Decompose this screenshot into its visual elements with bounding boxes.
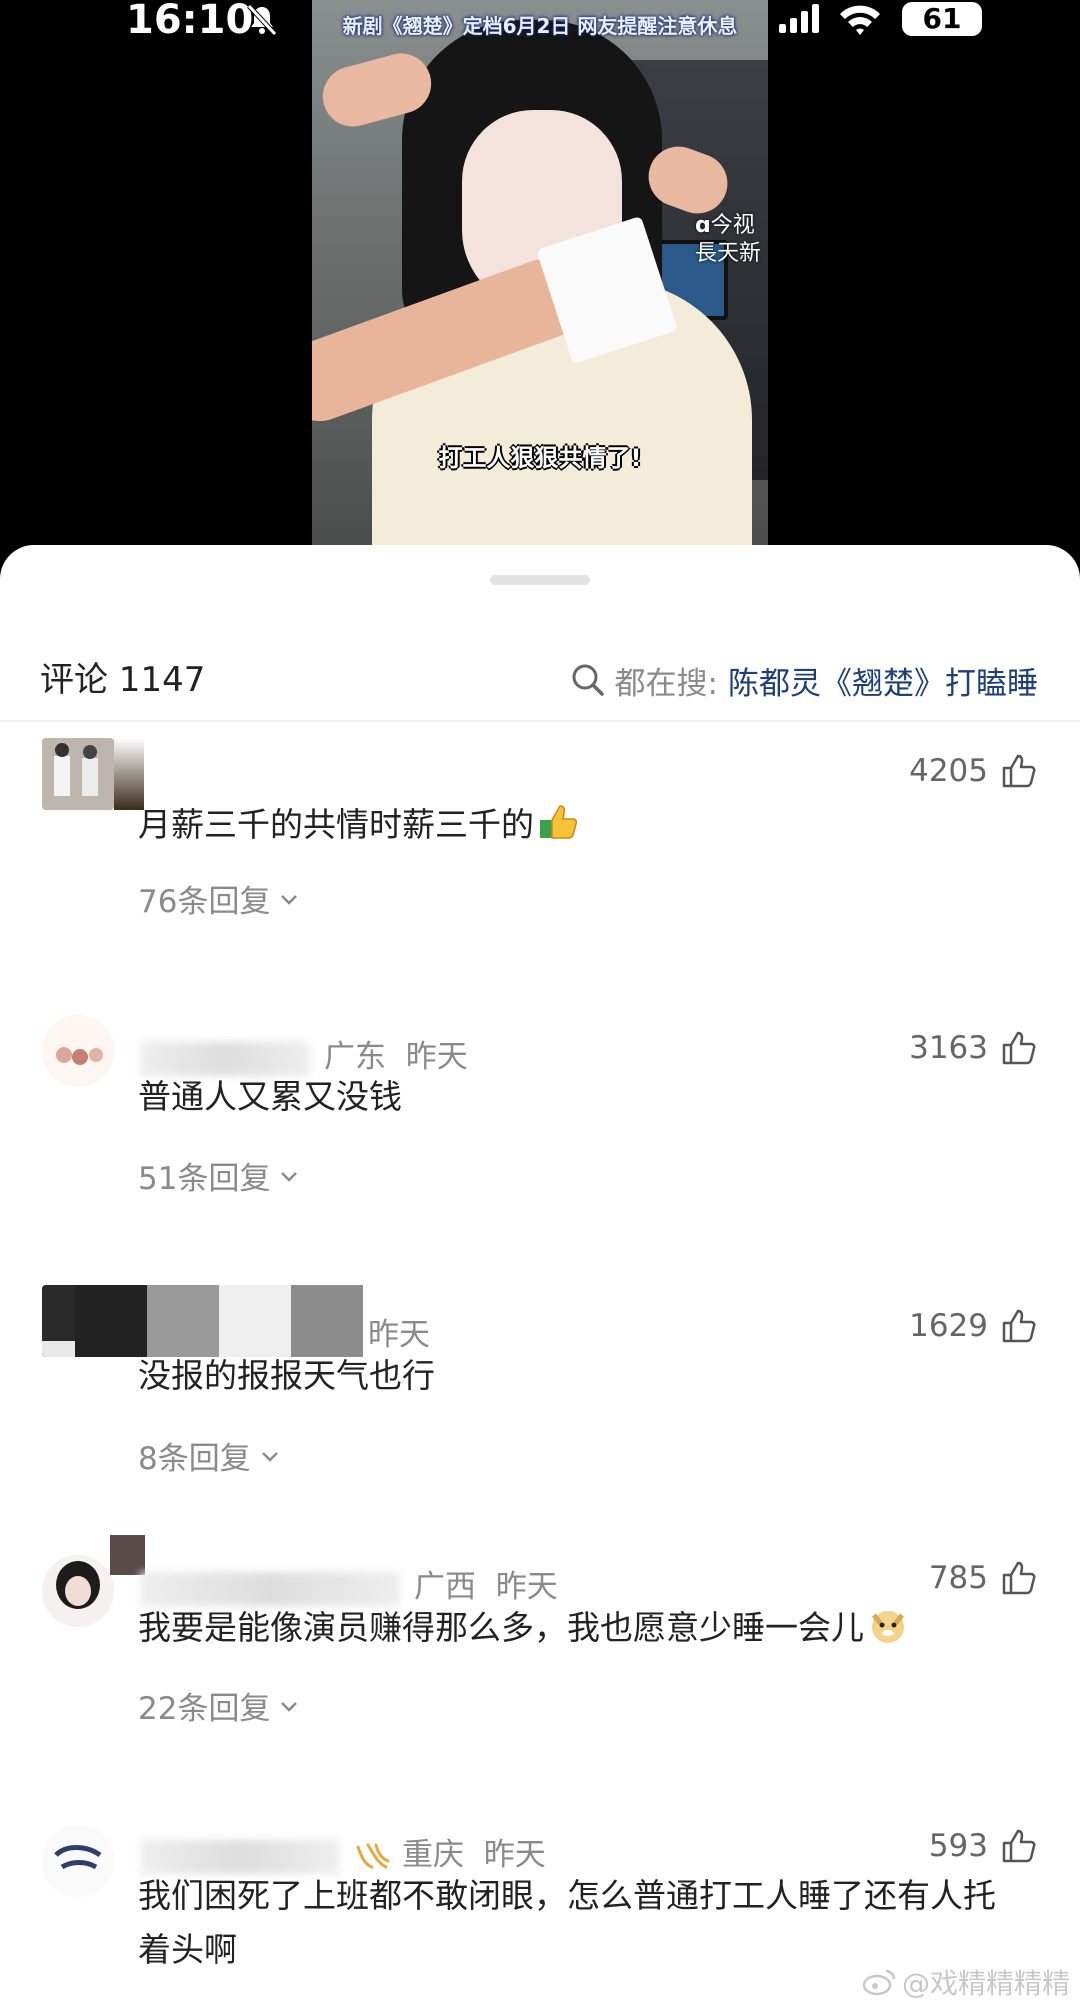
badge-icon bbox=[356, 1843, 390, 1868]
comment-text: 普通人又累又没钱 bbox=[138, 1077, 402, 1116]
avatar-image bbox=[42, 1555, 114, 1627]
comment-text-body: 月薪三千的共情时薪三千的 bbox=[138, 805, 534, 844]
comment-text: 我要是能像演员赚得那么多，我也愿意少睡一会儿 bbox=[138, 1601, 1020, 1655]
avatar[interactable] bbox=[42, 1555, 114, 1627]
comment-time: 昨天 bbox=[483, 1837, 546, 1873]
header-divider bbox=[0, 720, 1080, 722]
view-replies-link[interactable]: 76条回复 bbox=[138, 876, 300, 921]
comment-text: 月薪三千的共情时薪三千的 bbox=[138, 798, 1020, 852]
reply-count: 8条回复 bbox=[138, 1441, 251, 1477]
watermark-logo-text: 今视 bbox=[710, 213, 755, 238]
site-watermark: @戏精精精精 bbox=[862, 1962, 1070, 2002]
comment-text: 我们困死了上班都不敢闭眼，怎么普通打工人睡了还有人托着头啊 bbox=[138, 1876, 996, 1969]
comment-location: 广西 bbox=[414, 1569, 476, 1605]
chevron-down-icon bbox=[281, 1701, 298, 1712]
like-count: 4205 bbox=[909, 753, 988, 789]
comment-meta: 广西 昨天 bbox=[140, 1561, 558, 1606]
comment-time: 昨天 bbox=[368, 1317, 430, 1353]
mosaic-block bbox=[291, 1285, 363, 1357]
thumbs-up-icon bbox=[1002, 1561, 1036, 1595]
like-count: 785 bbox=[928, 1560, 988, 1596]
avatar-image bbox=[42, 738, 114, 810]
comment-count: 评论 1147 bbox=[40, 660, 206, 700]
video-caption: 打工人狠狠共情了! bbox=[438, 444, 642, 472]
status-time: 16:10 bbox=[126, 0, 254, 43]
like-count: 3163 bbox=[909, 1030, 988, 1066]
like-count: 593 bbox=[928, 1828, 988, 1864]
mosaic-block bbox=[75, 1285, 147, 1357]
mosaic-block bbox=[147, 1285, 219, 1357]
view-replies-link[interactable]: 51条回复 bbox=[138, 1153, 300, 1198]
thumbs-up-icon bbox=[1002, 754, 1036, 788]
view-replies-link[interactable]: 8条回复 bbox=[138, 1433, 281, 1478]
comment-sheet: 评论 1147 都在搜: 陈都灵《翘楚》打瞌睡 4205 月薪三千的共情时薪三千… bbox=[0, 545, 1080, 2010]
hot-search-term[interactable]: 陈都灵《翘楚》打瞌睡 bbox=[728, 658, 1038, 703]
like-button[interactable]: 1629 bbox=[909, 1307, 1038, 1345]
chevron-down-icon bbox=[281, 894, 298, 905]
battery-indicator: 61 bbox=[902, 2, 982, 36]
comment-meta: 重庆 昨天 bbox=[140, 1829, 546, 1874]
like-button[interactable]: 785 bbox=[929, 1559, 1038, 1597]
doge-emoji-icon bbox=[872, 1611, 904, 1643]
avatar[interactable] bbox=[42, 738, 114, 810]
comment-text: 没报的报报天气也行 bbox=[138, 1356, 435, 1395]
chevron-down-icon bbox=[261, 1451, 278, 1462]
like-button[interactable]: 593 bbox=[929, 1827, 1038, 1865]
video-player[interactable]: 新剧《翘楚》定档6月2日 网友提醒注意休息 ɑ今视 長天新 打工人狠狠共情了! bbox=[0, 0, 1080, 560]
cellular-signal-icon bbox=[779, 4, 819, 33]
thumbs-up-emoji-icon bbox=[540, 805, 578, 839]
weibo-icon bbox=[862, 1969, 896, 1996]
comment-meta: 昨天 bbox=[368, 1309, 430, 1354]
reply-count: 22条回复 bbox=[138, 1691, 271, 1727]
avatar-image bbox=[42, 1015, 114, 1087]
reply-count: 51条回复 bbox=[138, 1161, 271, 1197]
like-button[interactable]: 4205 bbox=[909, 752, 1038, 790]
comment-time: 昨天 bbox=[495, 1569, 558, 1605]
status-bar: 16:10 61 bbox=[0, 0, 1080, 40]
view-replies-link[interactable]: 22条回复 bbox=[138, 1683, 300, 1728]
comment-header: 评论 1147 都在搜: 陈都灵《翘楚》打瞌睡 bbox=[0, 645, 1080, 715]
thumbs-up-icon bbox=[1002, 1031, 1036, 1065]
comment-text-body: 我要是能像演员赚得那么多，我也愿意少睡一会儿 bbox=[138, 1608, 864, 1647]
thumbs-up-icon bbox=[1002, 1309, 1036, 1343]
like-button[interactable]: 3163 bbox=[909, 1029, 1038, 1067]
blurred-username bbox=[75, 1285, 365, 1357]
wifi-icon bbox=[840, 5, 880, 35]
chevron-down-icon bbox=[281, 1171, 298, 1182]
avatar[interactable] bbox=[42, 1825, 114, 1897]
hot-search-link[interactable]: 都在搜: 陈都灵《翘楚》打瞌睡 bbox=[571, 645, 1038, 715]
like-count: 1629 bbox=[909, 1308, 988, 1344]
video-watermark: ɑ今视 長天新 bbox=[695, 213, 762, 266]
avatar[interactable] bbox=[42, 1015, 114, 1087]
mosaic-block bbox=[219, 1285, 291, 1357]
hot-search-label: 都在搜: bbox=[614, 665, 718, 702]
reply-count: 76条回复 bbox=[138, 884, 271, 920]
thumbs-up-icon bbox=[1002, 1829, 1036, 1863]
comment-location: 重庆 bbox=[402, 1837, 464, 1873]
site-watermark-text: @戏精精精精 bbox=[901, 1967, 1070, 2000]
avatar-image bbox=[42, 1825, 114, 1897]
search-icon bbox=[572, 664, 604, 696]
bell-muted-icon bbox=[247, 4, 277, 36]
sheet-grabber[interactable] bbox=[490, 575, 590, 585]
watermark-text: 長天新 bbox=[695, 241, 762, 266]
